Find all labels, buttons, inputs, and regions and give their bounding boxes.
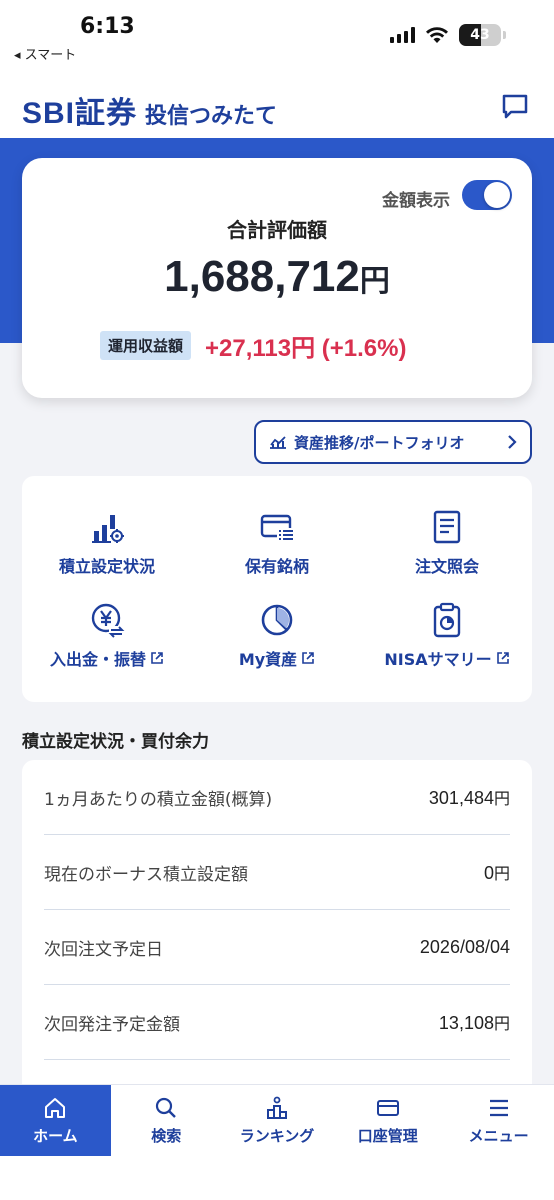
nav-account-label: 口座管理 xyxy=(357,1126,418,1145)
card-list-icon xyxy=(260,514,293,542)
line-chart-icon xyxy=(270,436,286,449)
asset-history-portfolio-button[interactable]: 資産推移/ポートフォリオ xyxy=(254,420,532,464)
info-value: 0円 xyxy=(483,863,510,883)
info-label: 次回注文予定日 xyxy=(44,939,163,960)
document-icon xyxy=(433,510,461,543)
nav-search[interactable]: 検索 xyxy=(111,1085,222,1156)
info-label: 次回発注予定金額 xyxy=(44,1014,180,1035)
nav-ranking[interactable]: ランキング xyxy=(222,1085,333,1156)
info-row-next-order-date: 次回注文予定日 2026/08/04 xyxy=(44,910,510,985)
back-to-app-link[interactable]: ◂ スマート xyxy=(14,44,76,63)
amount-display-toggle[interactable] xyxy=(462,180,512,210)
quick-menu: 積立設定状況 保有銘柄 注文照会 入出金・振替 My資産 NISAサマリー xyxy=(22,476,532,702)
ranking-icon xyxy=(266,1096,287,1119)
card-icon xyxy=(376,1099,399,1116)
brand-logo[interactable]: SBI証券 投信つみたて xyxy=(22,88,277,132)
gain-badge: 運用収益額 xyxy=(100,331,192,360)
info-value: 2026/08/04 xyxy=(419,936,510,957)
total-valuation-number: 1,688,712 xyxy=(164,252,360,301)
menu-label-accumulation-settings: 積立設定状況 xyxy=(58,556,155,576)
status-icons: 43 xyxy=(390,24,506,46)
section-title: 積立設定状況・買付余力 xyxy=(22,732,209,752)
nav-account[interactable]: 口座管理 xyxy=(332,1085,443,1156)
brand-subtitle: 投信つみたて xyxy=(145,104,278,129)
menu-label-deposit-transfer: 入出金・振替 xyxy=(49,649,146,669)
info-value: 301,484円 xyxy=(428,788,510,808)
info-label: 1ヵ月あたりの積立金額(概算) xyxy=(44,789,273,810)
nav-menu-label: メニュー xyxy=(468,1126,529,1145)
menu-label-nisa-summary: NISAサマリー xyxy=(384,649,492,669)
nav-home[interactable]: ホーム xyxy=(0,1085,111,1156)
external-link-icon xyxy=(496,651,509,664)
menu-label-holdings: 保有銘柄 xyxy=(244,556,309,576)
battery-level: 43 xyxy=(470,27,490,43)
menu-item-my-assets[interactable]: My資産 xyxy=(192,589,362,682)
total-valuation-label: 合計評価額 xyxy=(227,218,327,242)
info-row-monthly-amount: 1ヵ月あたりの積立金額(概算) 301,484円 xyxy=(44,760,510,835)
app-header: SBI証券 投信つみたて xyxy=(0,70,554,138)
status-bar: 6:13 ◂ スマート 43 xyxy=(0,0,554,70)
home-icon xyxy=(45,1097,66,1118)
clipboard-chart-icon xyxy=(433,602,461,637)
total-valuation-unit: 円 xyxy=(359,264,390,299)
nav-menu[interactable]: メニュー xyxy=(443,1085,554,1156)
cellular-signal-icon xyxy=(390,27,415,43)
info-row-next-order-amount: 次回発注予定金額 13,108円 xyxy=(44,985,510,1060)
battery-icon: 43 xyxy=(459,24,501,46)
nav-search-label: 検索 xyxy=(151,1126,182,1145)
info-label: 現在のボーナス積立設定額 xyxy=(44,864,248,885)
menu-icon xyxy=(489,1099,508,1116)
asset-summary-card: 金額表示 合計評価額 1,688,712円 運用収益額 +27,113円 (+1… xyxy=(22,158,532,398)
menu-item-order-inquiry[interactable]: 注文照会 xyxy=(362,496,532,589)
bar-chart-gear-icon xyxy=(92,514,124,543)
menu-item-nisa-summary[interactable]: NISAサマリー xyxy=(362,589,532,682)
status-time: 6:13 xyxy=(80,14,135,39)
external-link-icon xyxy=(302,651,314,664)
pie-chart-icon xyxy=(261,604,293,635)
bottom-nav: ホーム 検索 ランキング 口座管理 メニュー xyxy=(0,1084,554,1156)
gain-value: +27,113円 (+1.6%) xyxy=(205,335,407,362)
external-link-icon xyxy=(151,651,163,664)
home-indicator-area xyxy=(0,1156,554,1200)
portfolio-button-label: 資産推移/ポートフォリオ xyxy=(294,433,465,452)
wifi-icon xyxy=(426,27,448,43)
accumulation-info-card: 1ヵ月あたりの積立金額(概算) 301,484円 現在のボーナス積立設定額 0円… xyxy=(22,760,532,1100)
search-icon xyxy=(156,1097,177,1118)
chat-icon[interactable] xyxy=(500,92,530,122)
amount-display-label: 金額表示 xyxy=(382,191,450,211)
menu-item-deposit-transfer[interactable]: 入出金・振替 xyxy=(22,589,192,682)
menu-item-holdings[interactable]: 保有銘柄 xyxy=(192,496,362,589)
chevron-right-icon xyxy=(508,435,517,449)
battery-tip xyxy=(503,31,506,39)
yen-transfer-icon xyxy=(91,603,125,638)
menu-item-accumulation-settings[interactable]: 積立設定状況 xyxy=(22,496,192,589)
nav-ranking-label: ランキング xyxy=(239,1126,315,1145)
menu-label-my-assets: My資産 xyxy=(238,649,298,669)
total-valuation-value: 1,688,712円 xyxy=(22,252,532,302)
gain-row: 運用収益額 +27,113円 (+1.6%) xyxy=(100,328,406,363)
menu-label-order-inquiry: 注文照会 xyxy=(414,556,479,576)
brand-name: SBI証券 xyxy=(22,97,138,130)
info-value: 13,108円 xyxy=(438,1013,510,1033)
info-row-bonus-amount: 現在のボーナス積立設定額 0円 xyxy=(44,835,510,910)
nav-home-label: ホーム xyxy=(33,1126,78,1145)
